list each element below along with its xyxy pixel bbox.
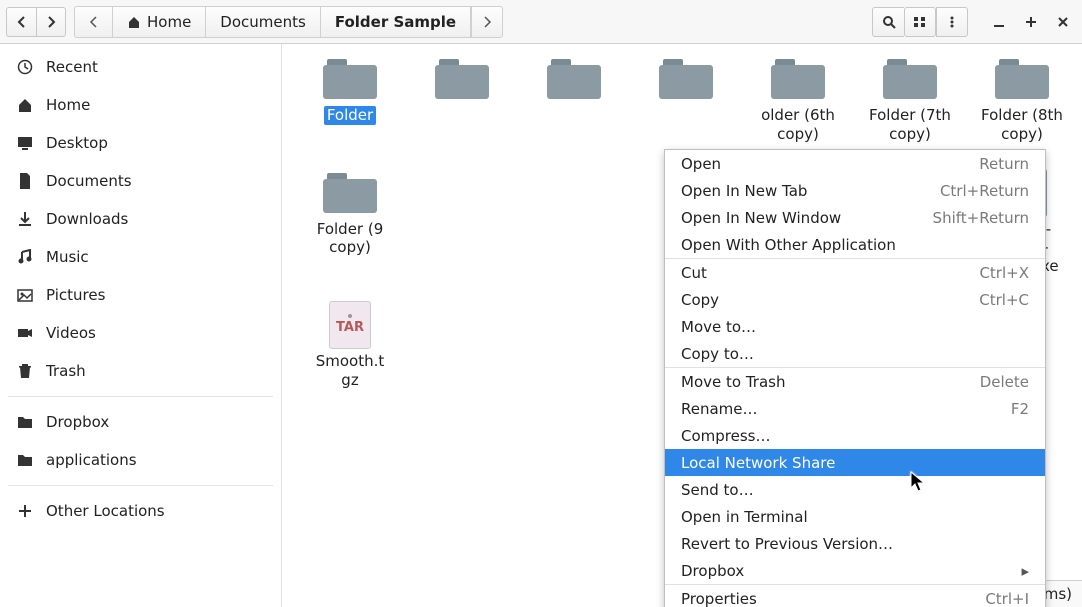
view-mode-button[interactable] — [904, 7, 936, 37]
folder-icon — [659, 59, 713, 99]
file-item[interactable] — [630, 56, 742, 144]
ctx-compress-[interactable]: Compress… — [665, 422, 1045, 449]
ctx-local-network-share[interactable]: Local Network Share — [665, 449, 1045, 476]
ctx-open-in-new-window[interactable]: Open In New WindowShift+Return — [665, 204, 1045, 231]
file-item[interactable]: TARSmooth.tgz — [294, 302, 406, 390]
context-menu: OpenReturnOpen In New TabCtrl+ReturnOpen… — [664, 149, 1046, 607]
ctx-copy-to-[interactable]: Copy to… — [665, 340, 1045, 367]
file-label: Folder (8th copy) — [972, 106, 1072, 144]
ctx-move-to-[interactable]: Move to… — [665, 313, 1045, 340]
ctx-open-with-other-application[interactable]: Open With Other Application — [665, 231, 1045, 258]
sidebar-item-documents[interactable]: Documents — [0, 162, 281, 200]
forward-button[interactable] — [36, 7, 66, 37]
tar-icon: TAR — [329, 301, 371, 349]
minimize-button[interactable] — [986, 8, 1012, 36]
folder-icon — [883, 59, 937, 99]
ctx-open-in-new-tab[interactable]: Open In New TabCtrl+Return — [665, 177, 1045, 204]
sidebar-item-other-locations[interactable]: Other Locations — [0, 492, 281, 530]
file-item[interactable]: older (6th copy) — [742, 56, 854, 144]
file-item[interactable] — [518, 56, 630, 144]
ctx-rename-[interactable]: Rename…F2 — [665, 395, 1045, 422]
ctx-properties[interactable]: PropertiesCtrl+I — [665, 585, 1045, 607]
file-item[interactable]: Folder (9copy) — [294, 170, 406, 276]
sidebar-item-pictures[interactable]: Pictures — [0, 276, 281, 314]
file-label: Folder (7th copy) — [860, 106, 960, 144]
sidebar-item-applications[interactable]: applications — [0, 441, 281, 479]
folder-icon — [771, 59, 825, 99]
file-item[interactable]: Folder (7th copy) — [854, 56, 966, 144]
crumb-current[interactable]: Folder Sample — [320, 6, 471, 38]
home-icon — [127, 15, 141, 29]
ctx-cut[interactable]: CutCtrl+X — [665, 259, 1045, 286]
videos-icon — [16, 325, 34, 341]
ctx-open-in-terminal[interactable]: Open in Terminal — [665, 503, 1045, 530]
sidebar-item-dropbox[interactable]: Dropbox — [0, 403, 281, 441]
pictures-icon — [16, 287, 34, 303]
ctx-dropbox[interactable]: Dropbox — [665, 557, 1045, 584]
maximize-button[interactable] — [1018, 8, 1044, 36]
back-button[interactable] — [6, 7, 36, 37]
ctx-copy[interactable]: CopyCtrl+C — [665, 286, 1045, 313]
ctx-open[interactable]: OpenReturn — [665, 150, 1045, 177]
folder-icon — [547, 59, 601, 99]
file-item[interactable]: Folder — [294, 56, 406, 144]
folder-icon — [323, 173, 377, 213]
search-button[interactable] — [872, 7, 904, 37]
sidebar-item-recent[interactable]: Recent — [0, 48, 281, 86]
crumb-expand[interactable] — [471, 6, 503, 38]
sidebar: RecentHomeDesktopDocumentsDownloadsMusic… — [0, 44, 282, 607]
doc-icon — [16, 173, 34, 189]
breadcrumb: Home Documents Folder Sample — [74, 6, 870, 38]
trash-icon — [16, 363, 34, 379]
crumb-documents[interactable]: Documents — [205, 6, 320, 38]
clock-icon — [16, 59, 34, 75]
desktop-icon — [16, 135, 34, 151]
folder-icon — [16, 415, 34, 429]
close-button[interactable] — [1050, 8, 1076, 36]
file-label: Folder — [324, 106, 376, 125]
ctx-move-to-trash[interactable]: Move to TrashDelete — [665, 368, 1045, 395]
content-area: Folder older (6th copy) Folder (7th copy) F… — [282, 44, 1082, 607]
mouse-cursor — [910, 471, 926, 493]
folder-icon — [16, 453, 34, 467]
sidebar-item-home[interactable]: Home — [0, 86, 281, 124]
sidebar-item-music[interactable]: Music — [0, 238, 281, 276]
crumb-home-label: Home — [147, 13, 191, 31]
folder-icon — [435, 59, 489, 99]
ctx-revert-to-previous-version-[interactable]: Revert to Previous Version… — [665, 530, 1045, 557]
file-label: Smooth.tgz — [316, 352, 385, 390]
crumb-home[interactable]: Home — [112, 6, 205, 38]
menu-button[interactable] — [936, 7, 968, 37]
ctx-send-to-[interactable]: Send to… — [665, 476, 1045, 503]
crumb-back-icon[interactable] — [74, 6, 112, 38]
folder-icon — [323, 59, 377, 99]
file-item[interactable]: Folder (8th copy) — [966, 56, 1078, 144]
folder-icon — [995, 59, 1049, 99]
sidebar-item-desktop[interactable]: Desktop — [0, 124, 281, 162]
home-icon — [16, 97, 34, 113]
file-label: older (6th copy) — [748, 106, 848, 144]
download-icon — [16, 211, 34, 227]
plus-icon — [16, 504, 34, 518]
sidebar-item-trash[interactable]: Trash — [0, 352, 281, 390]
file-item[interactable] — [406, 56, 518, 144]
file-label: Folder (9copy) — [317, 220, 384, 258]
sidebar-item-downloads[interactable]: Downloads — [0, 200, 281, 238]
toolbar: Home Documents Folder Sample — [0, 0, 1082, 44]
music-icon — [16, 249, 34, 265]
sidebar-item-videos[interactable]: Videos — [0, 314, 281, 352]
